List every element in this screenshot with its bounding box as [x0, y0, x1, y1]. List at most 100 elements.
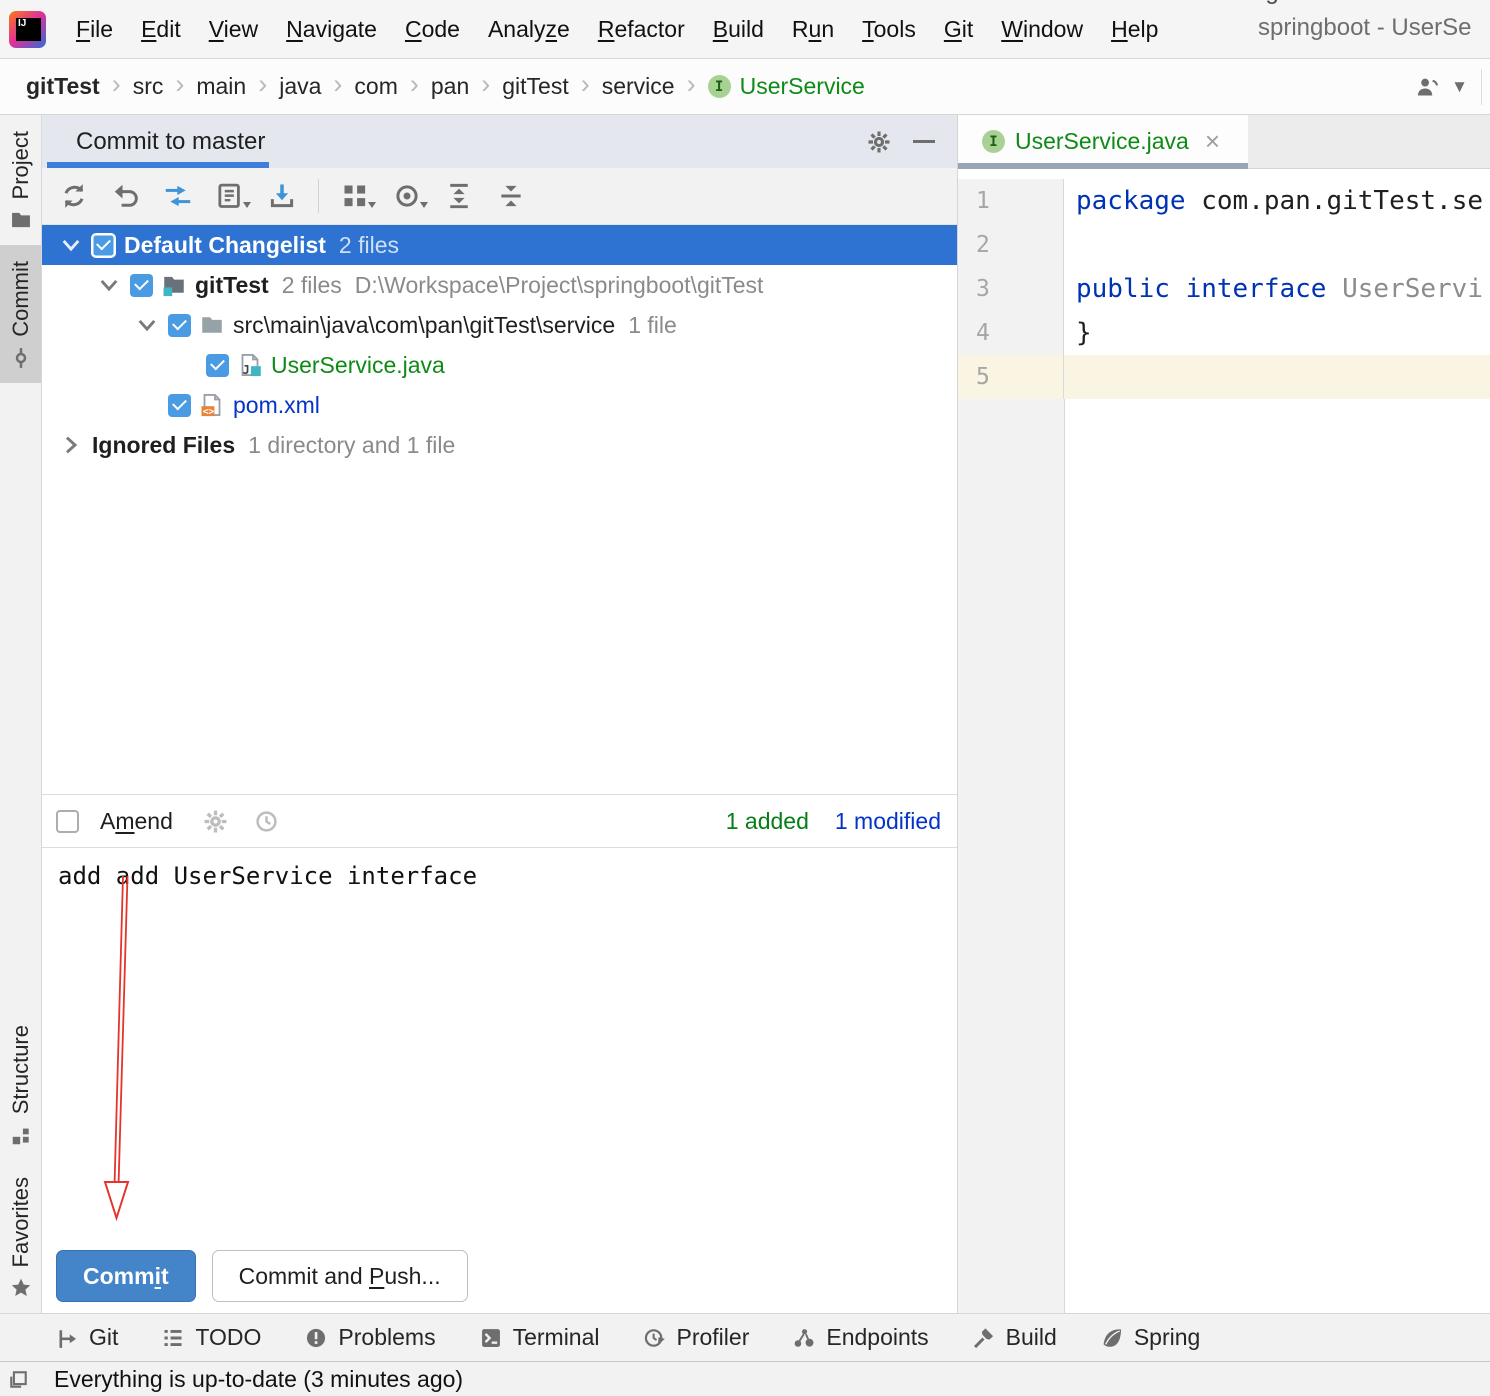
amend-checkbox[interactable]: [56, 810, 79, 833]
row-checkbox[interactable]: [206, 354, 229, 377]
tool-window-toggle-icon[interactable]: [8, 1369, 29, 1390]
editor-line[interactable]: 2: [958, 223, 1490, 267]
menu-item-git[interactable]: Git: [930, 10, 987, 49]
row-checkbox[interactable]: [168, 314, 191, 337]
menu-item-build[interactable]: Build: [699, 10, 778, 49]
bottom-tool-window-terminal[interactable]: Terminal: [480, 1324, 600, 1351]
tool-window-label: Favorites: [8, 1177, 34, 1267]
editor-tab-userservice[interactable]: I UserService.java ×: [958, 115, 1248, 168]
svg-text:J: J: [243, 363, 250, 377]
profiler-icon: [644, 1327, 666, 1349]
breadcrumb-separator-icon: ›: [112, 69, 121, 100]
editor-line[interactable]: 1package com.pan.gitTest.se: [958, 179, 1490, 223]
commit-message-area[interactable]: add add UserService interface: [42, 848, 957, 1250]
commit-and-push-button[interactable]: Commit and Push...: [212, 1250, 468, 1302]
amend-row: Amend 1 added 1 modified: [42, 794, 957, 848]
row-checkbox[interactable]: [92, 234, 115, 257]
menu-item-edit[interactable]: Edit: [127, 10, 195, 49]
group-by-icon[interactable]: [341, 182, 369, 210]
refresh-icon[interactable]: [60, 182, 88, 210]
tree-item-detail: 2 files: [282, 272, 342, 299]
tool-window-button-favorites[interactable]: Favorites: [0, 1161, 41, 1313]
line-number: 5: [958, 355, 1064, 399]
menu-item-view[interactable]: View: [195, 10, 272, 49]
bottom-tab-label: Git: [89, 1324, 118, 1351]
row-checkbox[interactable]: [130, 274, 153, 297]
tool-window-button-project[interactable]: Project: [0, 115, 41, 245]
chevron-right-icon[interactable]: [58, 432, 84, 458]
breadcrumb-item[interactable]: main: [196, 73, 246, 100]
menu-item-navigate[interactable]: Navigate: [272, 10, 391, 49]
bottom-tool-window-spring[interactable]: Spring: [1101, 1324, 1200, 1351]
bottom-tool-window-git[interactable]: Git: [56, 1324, 118, 1351]
user-reader-mode-icon[interactable]: [1416, 76, 1442, 98]
svg-text:<>: <>: [203, 406, 215, 417]
editor-line[interactable]: 4}: [958, 311, 1490, 355]
breadcrumb-item[interactable]: src: [133, 73, 164, 100]
breadcrumb-item[interactable]: java: [279, 73, 321, 100]
close-icon[interactable]: ×: [1205, 126, 1220, 157]
menu-item-code[interactable]: Code: [391, 10, 474, 49]
collapse-all-icon[interactable]: [497, 182, 525, 210]
breadcrumb-item[interactable]: com: [354, 73, 397, 100]
menu-item-window[interactable]: Window: [987, 10, 1097, 49]
breadcrumb-item[interactable]: gitTest: [502, 73, 568, 100]
changelist-icon[interactable]: [216, 182, 244, 210]
bottom-tool-window-problems[interactable]: Problems: [305, 1324, 435, 1351]
line-number: 4: [958, 311, 1064, 355]
commit-button[interactable]: Commit: [56, 1250, 196, 1302]
tool-window-button-structure[interactable]: Structure: [0, 1009, 41, 1160]
bottom-tab-label: Endpoints: [826, 1324, 928, 1351]
tree-row[interactable]: gitTest2 filesD:\Workspace\Project\sprin…: [42, 265, 957, 305]
tree-row[interactable]: Ignored Files1 directory and 1 file: [42, 425, 957, 465]
gear-icon[interactable]: [867, 130, 891, 154]
module-icon: [162, 273, 186, 297]
bottom-tool-window-endpoints[interactable]: Endpoints: [793, 1324, 928, 1351]
editor-line[interactable]: 5: [958, 355, 1490, 399]
editor-tab-label: UserService.java: [1015, 128, 1189, 155]
bottom-tab-label: Terminal: [513, 1324, 600, 1351]
breadcrumb-class[interactable]: IUserService: [708, 73, 865, 100]
menu-item-analyze[interactable]: Analyze: [474, 10, 584, 49]
bottom-tool-window-build[interactable]: Build: [973, 1324, 1057, 1351]
menu-item-file[interactable]: File: [62, 10, 127, 49]
chevron-down-icon[interactable]: [96, 272, 122, 298]
history-clock-icon[interactable]: [254, 809, 279, 834]
row-checkbox[interactable]: [168, 394, 191, 417]
menu-item-refactor[interactable]: Refactor: [584, 10, 699, 49]
bottom-tool-window-todo[interactable]: TODO: [162, 1324, 261, 1351]
code-area[interactable]: 1package com.pan.gitTest.se23public inte…: [958, 169, 1490, 1313]
chevron-down-icon[interactable]: [58, 232, 84, 258]
breadcrumb-item[interactable]: pan: [431, 73, 469, 100]
commit-message-text[interactable]: add add UserService interface: [58, 862, 957, 890]
menu-item-run[interactable]: Run: [778, 10, 848, 49]
breadcrumb-item[interactable]: service: [602, 73, 675, 100]
editor-line[interactable]: 3public interface UserServi: [958, 267, 1490, 311]
rollback-icon[interactable]: [112, 182, 140, 210]
tree-row[interactable]: <>pom.xml: [42, 385, 957, 425]
tree-row[interactable]: JUserService.java: [42, 345, 957, 385]
tree-row[interactable]: Default Changelist2 files: [42, 225, 957, 265]
shelve-icon[interactable]: [268, 182, 296, 210]
chevron-down-icon[interactable]: [134, 312, 160, 338]
editor-tab-indicator: [958, 163, 1248, 169]
tree-row[interactable]: src\main\java\com\pan\gitTest\service1 f…: [42, 305, 957, 345]
main-menu: FileEditViewNavigateCodeAnalyzeRefactorB…: [62, 10, 1172, 49]
breadcrumb-class-name: UserService: [740, 73, 865, 100]
gear-icon[interactable]: [203, 809, 228, 834]
editor-tab-bar: I UserService.java ×: [958, 115, 1490, 169]
preview-diff-icon[interactable]: [393, 182, 421, 210]
menu-item-help[interactable]: Help: [1097, 10, 1172, 49]
commit-tab-title[interactable]: Commit to master: [42, 128, 265, 156]
bottom-tool-window-profiler[interactable]: Profiler: [644, 1324, 750, 1351]
update-arrows-icon[interactable]: [164, 182, 192, 210]
expand-all-icon[interactable]: [445, 182, 473, 210]
chevron-down-icon[interactable]: ▼: [1451, 77, 1468, 97]
hide-panel-icon[interactable]: [913, 140, 935, 143]
breadcrumb-item[interactable]: gitTest: [26, 73, 100, 100]
tree-item-label: Default Changelist: [124, 232, 326, 259]
tool-window-button-commit[interactable]: Commit: [0, 245, 41, 383]
menu-item-tools[interactable]: Tools: [848, 10, 930, 49]
tool-window-bottom-bar: Git TODO Problems Terminal Profiler Endpoints…: [0, 1313, 1490, 1361]
line-number: 3: [958, 267, 1064, 311]
